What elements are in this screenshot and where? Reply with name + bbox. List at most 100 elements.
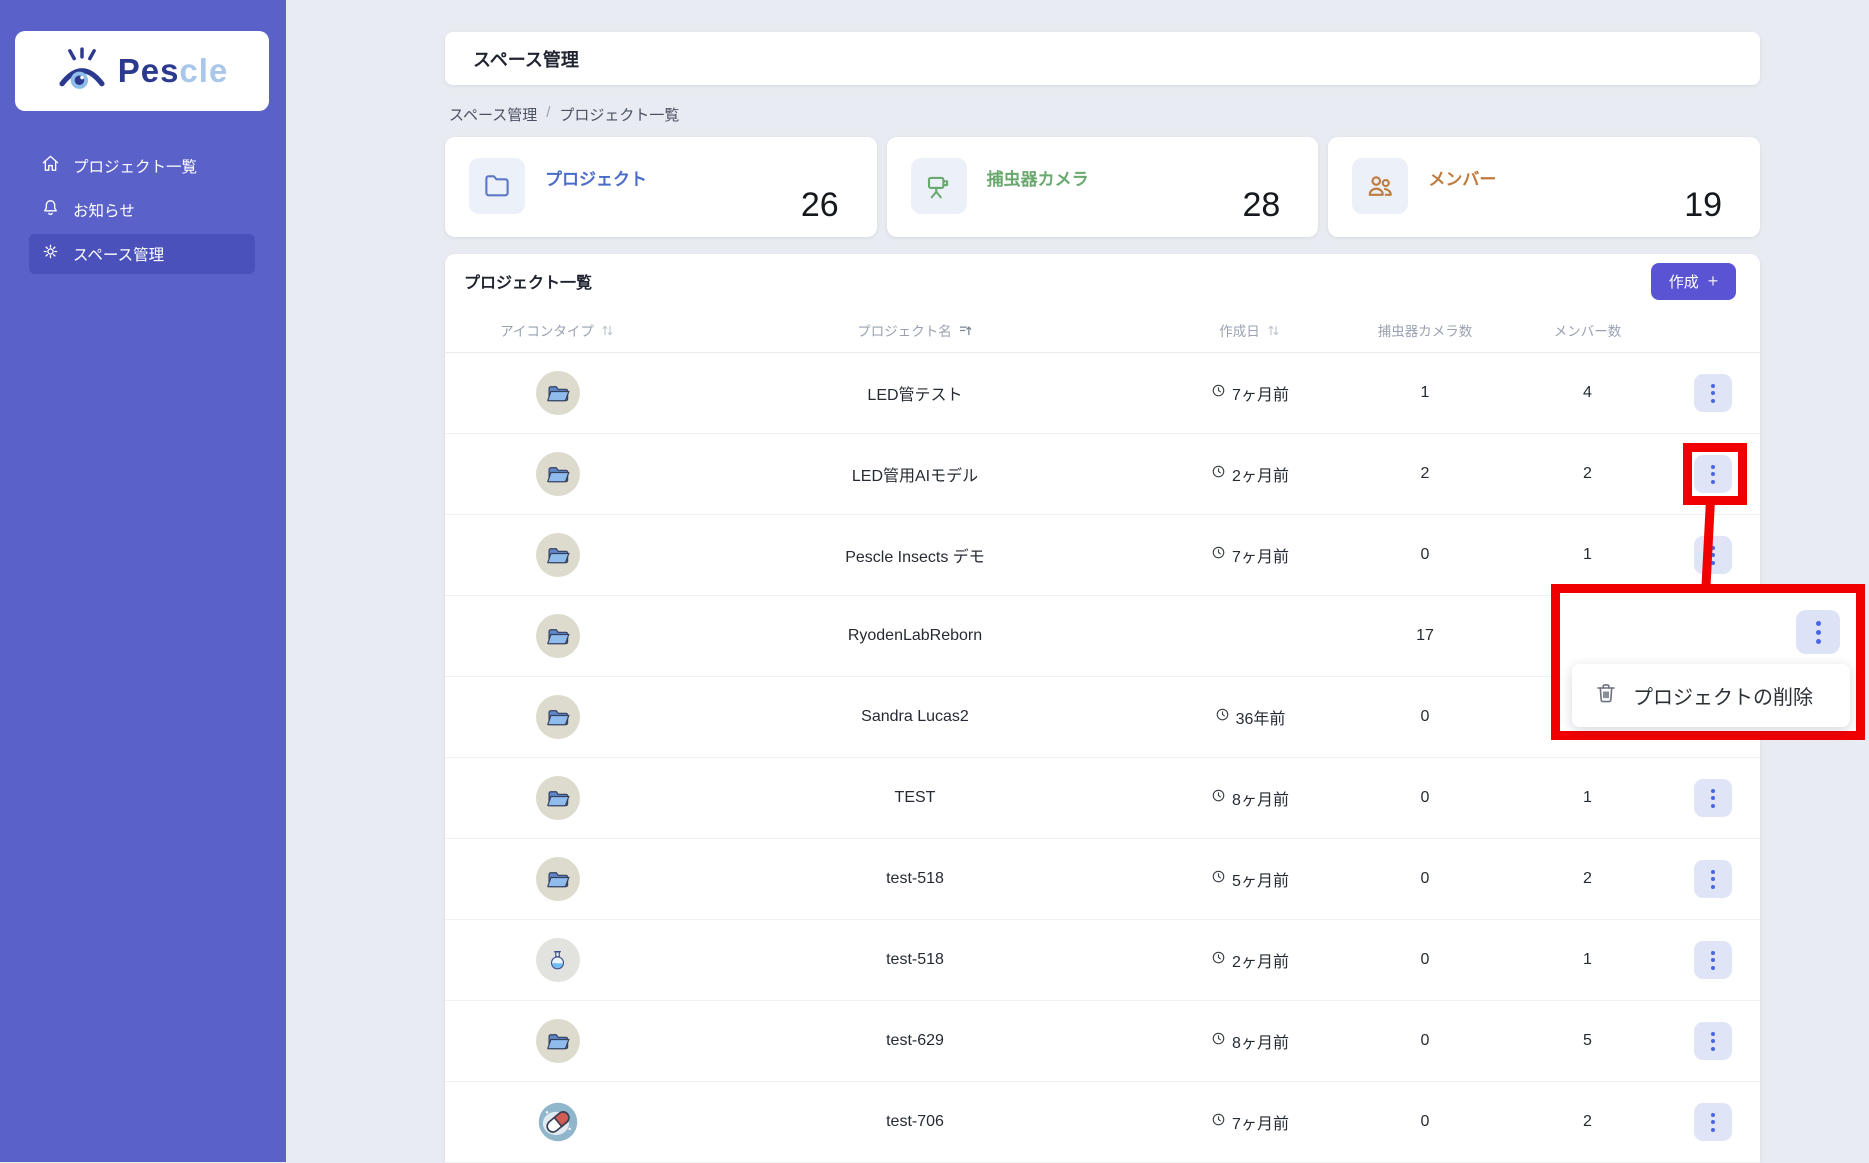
sort-both-icon (600, 323, 615, 338)
row-menu-button[interactable] (1693, 374, 1732, 412)
column-header-created[interactable]: 作成日 (1160, 320, 1340, 340)
flask-project-icon (535, 938, 580, 982)
camera-count: 0 (1420, 708, 1430, 725)
project-name: test-518 (886, 951, 944, 968)
clock-icon (1211, 869, 1226, 889)
context-menu-delete-project[interactable]: プロジェクトの削除 (1572, 664, 1850, 727)
folder-project-icon (535, 857, 580, 901)
camera-count: 0 (1420, 951, 1430, 968)
created-date: 2ヶ月前 (1160, 462, 1340, 486)
sidebar-item-project-list[interactable]: プロジェクト一覧 (29, 146, 255, 186)
sidebar-nav: プロジェクト一覧 お知らせ スペース管理 (0, 146, 286, 274)
project-name: TEST (894, 789, 936, 806)
sidebar-item-label: お知らせ (73, 203, 135, 220)
table-row[interactable]: LED管用AIモデル 2ヶ月前 2 2 (445, 434, 1760, 515)
annotation-box-small (1683, 443, 1747, 505)
created-date: 7ヶ月前 (1160, 1110, 1340, 1134)
breadcrumb-parent[interactable]: スペース管理 (449, 104, 537, 125)
table-row[interactable]: TEST 8ヶ月前 0 1 (445, 758, 1760, 839)
member-count: 2 (1583, 870, 1592, 887)
bell-icon (41, 198, 60, 222)
camera-count: 17 (1416, 627, 1434, 644)
row-menu-button[interactable] (1693, 1103, 1732, 1141)
column-header-project-name[interactable]: プロジェクト名 (670, 320, 1160, 340)
project-name: RyodenLabReborn (847, 627, 983, 644)
table-row[interactable]: test-518 5ヶ月前 0 2 (445, 839, 1760, 920)
member-count: 1 (1583, 951, 1592, 968)
row-menu-button[interactable] (1693, 941, 1732, 979)
member-count: 2 (1583, 1113, 1592, 1130)
clock-icon (1211, 464, 1226, 484)
page-title: スペース管理 (473, 49, 579, 70)
stat-card-trap-cameras: 捕虫器カメラ 28 (886, 137, 1319, 237)
camera-count: 0 (1420, 789, 1430, 806)
member-count: 4 (1583, 384, 1592, 401)
stat-label: メンバー (1428, 170, 1497, 189)
stat-value: 26 (800, 186, 839, 224)
create-button[interactable]: 作成 + (1651, 262, 1736, 300)
member-count: 2 (1583, 465, 1592, 482)
project-rows: LED管テスト 7ヶ月前 1 4 LED管用AIモデル 2ヶ月前 2 2 Pes… (445, 353, 1760, 1163)
clock-icon (1211, 1031, 1226, 1051)
breadcrumb-separator: / (546, 104, 551, 121)
sidebar-item-space-management[interactable]: スペース管理 (29, 234, 255, 274)
created-date: 36年前 (1160, 705, 1340, 729)
clock-icon (1211, 545, 1226, 565)
page-header: スペース管理 (445, 32, 1760, 85)
row-menu-button[interactable] (1693, 1022, 1732, 1060)
folder-project-icon (535, 695, 580, 739)
folder-project-icon (535, 533, 580, 577)
sidebar-item-label: プロジェクト一覧 (73, 159, 198, 176)
camera-count: 1 (1420, 384, 1430, 401)
pescle-eye-icon (56, 46, 108, 96)
table-row[interactable]: LED管テスト 7ヶ月前 1 4 (445, 353, 1760, 434)
created-date: 5ヶ月前 (1160, 867, 1340, 891)
sort-both-icon (1266, 323, 1281, 338)
sidebar-item-notifications[interactable]: お知らせ (29, 190, 255, 230)
member-count: 1 (1583, 546, 1592, 563)
table-row[interactable]: test-518 2ヶ月前 0 1 (445, 920, 1760, 1001)
table-row[interactable]: test-629 8ヶ月前 0 5 (445, 1001, 1760, 1082)
row-menu-button[interactable] (1693, 860, 1732, 898)
project-name: test-706 (886, 1113, 944, 1130)
folder-project-icon (535, 1019, 580, 1063)
camera-count: 0 (1420, 870, 1430, 887)
trap-camera-icon (910, 158, 967, 214)
stat-card-projects: プロジェクト 26 (445, 137, 877, 237)
stat-value: 19 (1684, 186, 1723, 224)
table-header-bar: プロジェクト一覧 作成 + (445, 254, 1760, 308)
stat-value: 28 (1242, 186, 1281, 224)
gear-icon (41, 242, 60, 266)
created-date: 2ヶ月前 (1160, 948, 1340, 972)
members-icon (1352, 158, 1409, 214)
column-header-member-count: メンバー数 (1553, 324, 1622, 339)
folder-project-icon (535, 776, 580, 820)
row-menu-button[interactable] (1693, 779, 1732, 817)
camera-count: 0 (1420, 546, 1430, 563)
breadcrumb: スペース管理 / プロジェクト一覧 (449, 104, 679, 125)
member-count: 1 (1583, 789, 1592, 806)
project-name: Pescle Insects デモ (845, 549, 985, 566)
project-name: Sandra Lucas2 (861, 708, 969, 725)
folder-project-icon (535, 614, 580, 658)
clock-icon (1211, 1112, 1226, 1132)
clock-icon (1211, 950, 1226, 970)
column-header-icon-type[interactable]: アイコンタイプ (445, 320, 670, 340)
project-name: test-518 (886, 870, 944, 887)
folder-icon (469, 158, 525, 214)
clock-icon (1211, 788, 1226, 808)
table-row[interactable]: test-706 7ヶ月前 0 2 (445, 1082, 1760, 1163)
folder-project-icon (535, 452, 580, 496)
sidebar: Pescle プロジェクト一覧 お知らせ スペース管理 (0, 0, 286, 1162)
camera-count: 0 (1420, 1113, 1430, 1130)
pill-project-icon (536, 1100, 580, 1144)
pescle-logo: Pescle (15, 31, 269, 111)
column-header-row: アイコンタイプ プロジェクト名 作成日 捕虫器カメラ数 メンバー数 (445, 308, 1760, 353)
annotation-box-large: プロジェクトの削除 (1551, 584, 1865, 740)
row-menu-button-highlighted[interactable] (1796, 610, 1840, 654)
camera-count: 2 (1420, 465, 1430, 482)
created-date: 7ヶ月前 (1160, 381, 1340, 405)
sidebar-item-label: スペース管理 (73, 247, 165, 264)
created-date: 8ヶ月前 (1160, 786, 1340, 810)
breadcrumb-current: プロジェクト一覧 (559, 107, 680, 124)
